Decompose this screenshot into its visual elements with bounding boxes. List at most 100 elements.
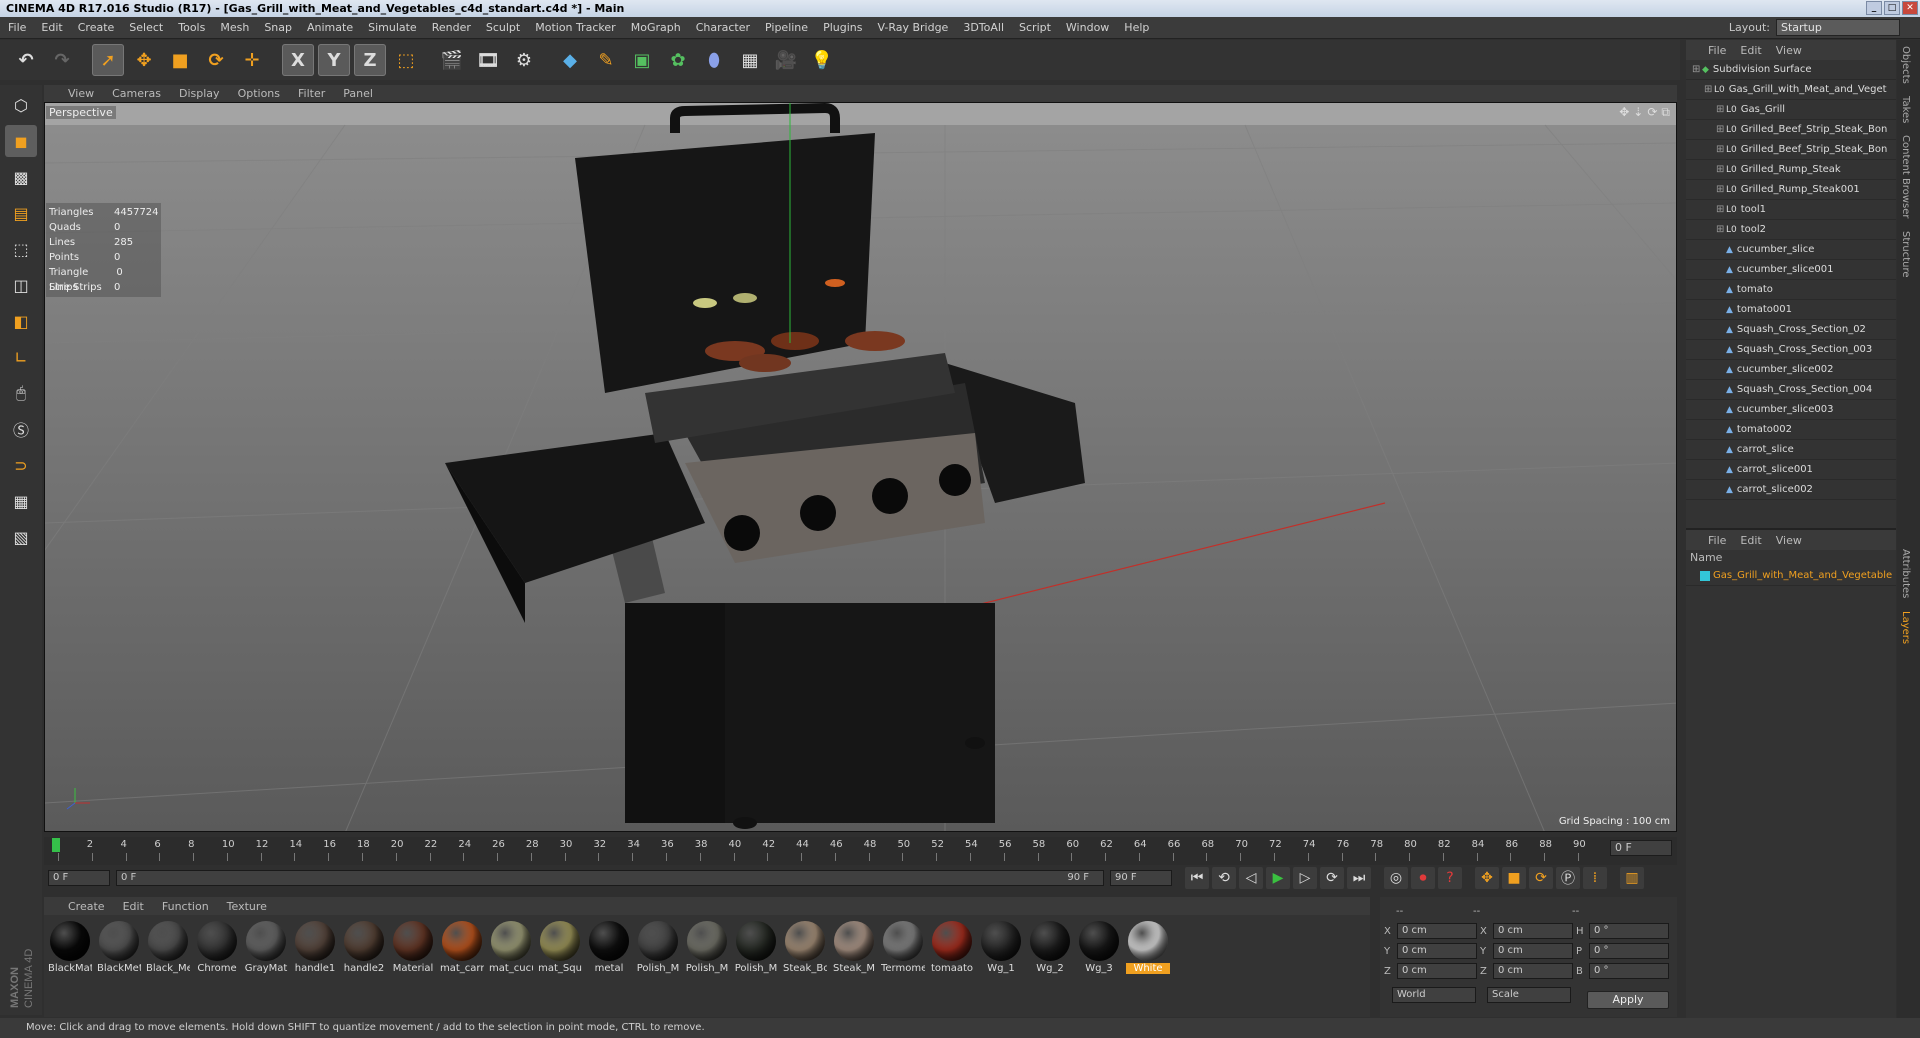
coord-mode-dropdown[interactable]: World (1392, 987, 1476, 1003)
material-preview[interactable] (344, 921, 384, 961)
layer-row[interactable]: Gas_Grill_with_Meat_and_Vegetable (1686, 566, 1896, 586)
menu-create[interactable]: Create (78, 21, 115, 34)
timeline-ruler[interactable]: 0246810121416182022242628303234363840424… (44, 837, 1677, 865)
zoom-icon[interactable]: ⇣ (1633, 105, 1643, 120)
material-preview[interactable] (393, 921, 433, 961)
key-pla-icon[interactable]: ⁞ (1583, 867, 1607, 889)
side-tab-attributes[interactable]: Attributes (1897, 543, 1914, 604)
object-row[interactable]: ⊞ L0 Grilled_Beef_Strip_Steak_Bon (1686, 140, 1896, 160)
expand-icon[interactable]: ⊞ (1716, 164, 1726, 175)
object-row[interactable]: ⊞ L0 tool1 (1686, 200, 1896, 220)
material-preview[interactable] (491, 921, 531, 961)
material-preview[interactable] (1128, 921, 1168, 961)
material-menu-edit[interactable]: Edit (123, 900, 144, 913)
object-row[interactable]: ▲ Squash_Cross_Section_003 (1686, 340, 1896, 360)
tweak-mode-icon[interactable]: 🖱 (5, 377, 37, 409)
material-preview[interactable] (442, 921, 482, 961)
object-row[interactable]: ⊞ L0 Gas_Grill_with_Meat_and_Veget (1686, 80, 1896, 100)
object-menu-file[interactable]: File (1708, 44, 1726, 57)
material-menu-texture[interactable]: Texture (227, 900, 267, 913)
material-swatch[interactable]: Steak_Bc (783, 921, 827, 974)
menu-snap[interactable]: Snap (264, 21, 292, 34)
record-active-icon[interactable]: ⏺ (1411, 867, 1435, 889)
menu-tools[interactable]: Tools (178, 21, 205, 34)
object-row[interactable]: ▲ carrot_slice002 (1686, 480, 1896, 500)
material-swatch[interactable]: Black_Me (146, 921, 190, 974)
material-swatch[interactable]: Wg_2 (1028, 921, 1072, 974)
object-row[interactable]: ⊞ ◆ Subdivision Surface (1686, 60, 1896, 80)
material-preview[interactable] (736, 921, 776, 961)
menu-v-ray-bridge[interactable]: V-Ray Bridge (877, 21, 948, 34)
expand-icon[interactable]: ⊞ (1716, 184, 1726, 195)
close-button[interactable]: ✕ (1902, 1, 1918, 15)
key-parameter-icon[interactable]: Ⓟ (1556, 867, 1580, 889)
magnet-icon[interactable]: ⊃ (5, 449, 37, 481)
playhead[interactable] (52, 838, 60, 852)
key-position-icon[interactable]: ✥ (1475, 867, 1499, 889)
material-preview[interactable] (295, 921, 335, 961)
edges-mode-icon[interactable]: ◫ (5, 269, 37, 301)
expand-icon[interactable]: ⊞ (1716, 204, 1726, 215)
viewport-menu-options[interactable]: Options (238, 87, 280, 100)
next-key-icon[interactable]: ⟳ (1320, 867, 1344, 889)
object-row[interactable]: ▲ Squash_Cross_Section_02 (1686, 320, 1896, 340)
material-swatch[interactable]: Chrome (195, 921, 239, 974)
material-preview[interactable] (638, 921, 678, 961)
material-swatch[interactable]: mat_cucu (489, 921, 533, 974)
render-view-icon[interactable]: 🎬 (436, 44, 468, 76)
object-menu-edit[interactable]: Edit (1740, 44, 1761, 57)
current-frame-field[interactable]: 0 F (1610, 840, 1672, 856)
subdivision-surface-icon[interactable]: ▣ (626, 44, 658, 76)
next-frame-icon[interactable]: ▷ (1293, 867, 1317, 889)
coord-value-field[interactable]: 0 cm (1397, 943, 1477, 959)
record-off-icon[interactable]: ◎ (1384, 867, 1408, 889)
move-tool-icon[interactable]: ✥ (128, 44, 160, 76)
material-preview[interactable] (981, 921, 1021, 961)
material-swatch[interactable]: Wg_1 (979, 921, 1023, 974)
material-preview[interactable] (540, 921, 580, 961)
material-swatch[interactable]: Steak_M (832, 921, 876, 974)
object-row[interactable]: ⊞ L0 Grilled_Rump_Steak001 (1686, 180, 1896, 200)
menu-animate[interactable]: Animate (307, 21, 353, 34)
coord-size-dropdown[interactable]: Scale (1487, 987, 1571, 1003)
maximize-view-icon[interactable]: ⧉ (1661, 105, 1670, 120)
expand-icon[interactable]: ⊞ (1716, 224, 1726, 235)
orbit-icon[interactable]: ⟳ (1647, 105, 1657, 120)
material-swatch[interactable]: metal (587, 921, 631, 974)
object-row[interactable]: ⊞ L0 tool2 (1686, 220, 1896, 240)
material-preview[interactable] (687, 921, 727, 961)
expand-icon[interactable]: ⊞ (1716, 104, 1726, 115)
material-preview[interactable] (148, 921, 188, 961)
material-swatch[interactable]: GrayMat (244, 921, 288, 974)
material-swatch[interactable]: BlackMat (48, 921, 92, 974)
menu-mesh[interactable]: Mesh (220, 21, 249, 34)
viewport-menu-panel[interactable]: Panel (343, 87, 373, 100)
rotate-tool-icon[interactable]: ⟳ (200, 44, 232, 76)
key-rotation-icon[interactable]: ⟳ (1529, 867, 1553, 889)
coordinate-system-icon[interactable]: ⬚ (390, 44, 422, 76)
side-tab-content-browser[interactable]: Content Browser (1897, 129, 1914, 224)
menu-edit[interactable]: Edit (41, 21, 62, 34)
object-row[interactable]: ▲ cucumber_slice (1686, 240, 1896, 260)
x-axis-button[interactable]: X (282, 44, 314, 76)
render-settings-icon[interactable]: ⚙ (508, 44, 540, 76)
object-row[interactable]: ⊞ L0 Grilled_Rump_Steak (1686, 160, 1896, 180)
scale-tool-icon[interactable]: ■ (164, 44, 196, 76)
apply-button[interactable]: Apply (1587, 991, 1669, 1009)
object-row[interactable]: ⊞ L0 Grilled_Beef_Strip_Steak_Bon (1686, 120, 1896, 140)
material-preview[interactable] (834, 921, 874, 961)
cube-primitive-icon[interactable]: ◆ (554, 44, 586, 76)
viewport-menu-display[interactable]: Display (179, 87, 220, 100)
material-preview[interactable] (883, 921, 923, 961)
camera-label[interactable]: Perspective (46, 106, 116, 119)
material-swatch[interactable]: Termome (881, 921, 925, 974)
material-menu-function[interactable]: Function (162, 900, 209, 913)
layer-menu-view[interactable]: View (1776, 534, 1802, 547)
autokey-icon[interactable]: ? (1438, 867, 1462, 889)
menu-pipeline[interactable]: Pipeline (765, 21, 808, 34)
material-swatch[interactable]: White (1126, 921, 1170, 974)
side-tab-structure[interactable]: Structure (1897, 225, 1914, 284)
menu-3dtoall[interactable]: 3DToAll (963, 21, 1004, 34)
light-icon[interactable]: 💡 (806, 44, 838, 76)
material-preview[interactable] (50, 921, 90, 961)
